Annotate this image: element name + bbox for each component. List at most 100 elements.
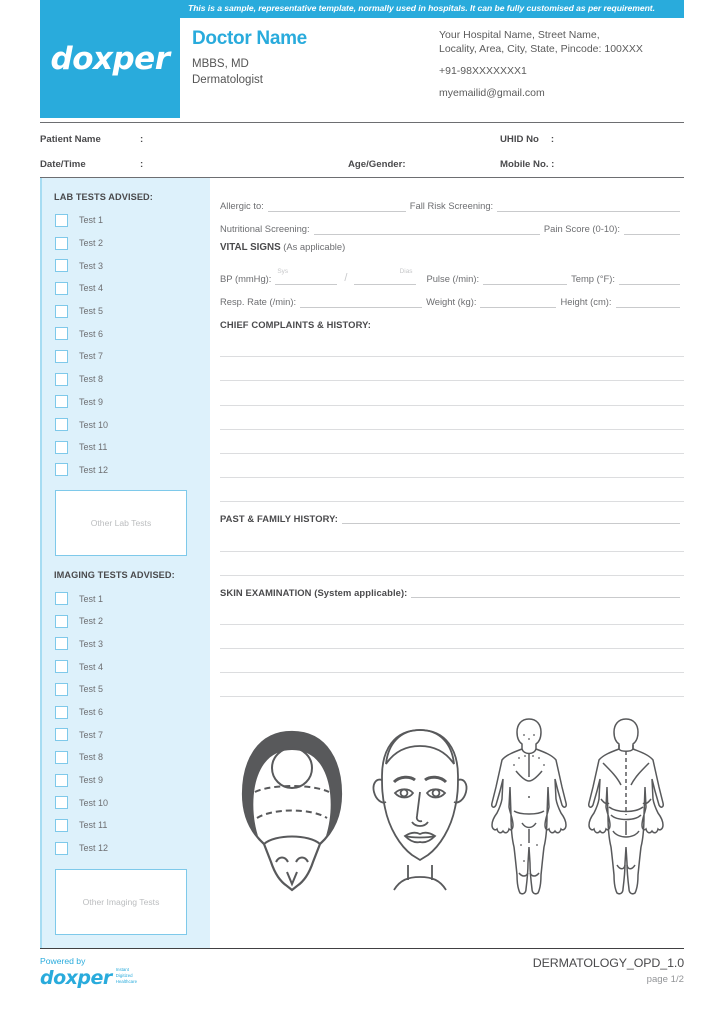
pulse-input[interactable] <box>483 274 568 285</box>
imaging-test-checkbox[interactable] <box>55 614 68 628</box>
height-input[interactable] <box>615 297 680 308</box>
imaging-test-checkbox[interactable] <box>55 750 68 764</box>
lab-test-row[interactable]: Test 7 <box>42 345 210 368</box>
skin-examination-line[interactable] <box>220 625 684 650</box>
imaging-test-row[interactable]: Test 2 <box>42 610 210 633</box>
lab-test-checkbox[interactable] <box>55 281 68 295</box>
lab-test-row[interactable]: Test 2 <box>42 232 210 255</box>
bp-label: BP (mmHg): <box>220 273 272 284</box>
lab-test-checkbox[interactable] <box>55 418 68 432</box>
skin-examination-input[interactable] <box>411 587 680 598</box>
chief-complaints-line[interactable] <box>220 454 684 479</box>
lab-test-checkbox[interactable] <box>55 349 68 363</box>
imaging-test-checkbox[interactable] <box>55 841 68 855</box>
past-family-history-line[interactable] <box>220 527 684 552</box>
imaging-test-row[interactable]: Test 4 <box>42 655 210 678</box>
past-family-history-lines[interactable] <box>220 524 684 576</box>
allergic-to-input[interactable] <box>267 201 406 212</box>
lab-test-checkbox[interactable] <box>55 372 68 386</box>
fall-risk-input[interactable] <box>497 201 680 212</box>
skin-examination-line[interactable] <box>220 649 684 674</box>
temp-label: Temp (°F): <box>571 273 615 284</box>
bp-dias-input[interactable] <box>354 274 417 285</box>
imaging-test-checkbox[interactable] <box>55 660 68 674</box>
chief-complaints-line[interactable] <box>220 357 684 382</box>
lab-test-row[interactable]: Test 11 <box>42 436 210 459</box>
chief-complaints-line[interactable] <box>220 406 684 430</box>
nutritional-pain-row: Nutritional Screening: Pain Score (0-10)… <box>220 212 684 235</box>
pain-score-label: Pain Score (0-10): <box>543 223 620 234</box>
chief-complaints-lines[interactable] <box>220 330 684 503</box>
lab-test-row[interactable]: Test 9 <box>42 391 210 414</box>
imaging-test-checkbox[interactable] <box>55 637 68 651</box>
body-anterior-diagram[interactable] <box>486 715 572 897</box>
pain-score-input[interactable] <box>624 224 680 235</box>
other-lab-tests-placeholder: Other Lab Tests <box>90 518 152 529</box>
lab-test-row[interactable]: Test 3 <box>42 254 210 277</box>
chief-complaints-heading: CHIEF COMPLAINTS & HISTORY: <box>220 319 371 330</box>
imaging-test-checkbox[interactable] <box>55 773 68 787</box>
weight-input[interactable] <box>480 297 557 308</box>
resp-rate-input[interactable] <box>300 297 423 308</box>
imaging-test-checkbox[interactable] <box>55 818 68 832</box>
lab-test-checkbox[interactable] <box>55 259 68 273</box>
imaging-test-row[interactable]: Test 5 <box>42 678 210 701</box>
lab-test-checkbox[interactable] <box>55 304 68 318</box>
lab-test-row[interactable]: Test 12 <box>42 459 210 482</box>
lab-test-checkbox[interactable] <box>55 395 68 409</box>
chief-complaints-line[interactable] <box>220 478 684 503</box>
scalp-hair-pattern-diagram[interactable] <box>231 722 353 897</box>
imaging-test-label: Test 9 <box>79 775 104 786</box>
imaging-test-checkbox[interactable] <box>55 728 68 742</box>
skin-examination-line[interactable] <box>220 601 684 625</box>
imaging-test-row[interactable]: Test 9 <box>42 769 210 792</box>
chief-complaints-line[interactable] <box>220 333 684 358</box>
past-family-history-line[interactable] <box>220 552 684 576</box>
doxper-tagline: Instant Digitized Healthcare <box>116 967 137 985</box>
imaging-test-row[interactable]: Test 1 <box>42 587 210 610</box>
chief-complaints-line[interactable] <box>220 430 684 454</box>
lab-test-checkbox[interactable] <box>55 327 68 341</box>
lab-test-checkbox[interactable] <box>55 236 68 250</box>
imaging-test-row[interactable]: Test 12 <box>42 837 210 860</box>
other-lab-tests-box[interactable]: Other Lab Tests <box>55 490 187 557</box>
body-posterior-diagram[interactable] <box>583 715 669 897</box>
lab-test-row[interactable]: Test 5 <box>42 300 210 323</box>
lab-test-checkbox[interactable] <box>55 440 68 454</box>
hospital-address-line1: Your Hospital Name, Street Name, <box>439 28 600 41</box>
past-family-history-input[interactable] <box>342 513 680 525</box>
imaging-test-checkbox[interactable] <box>55 592 68 606</box>
imaging-test-row[interactable]: Test 7 <box>42 723 210 746</box>
imaging-test-row[interactable]: Test 3 <box>42 633 210 656</box>
face-front-diagram[interactable] <box>364 722 476 897</box>
imaging-tests-list: Test 1 Test 2 Test 3 Test 4 Test 5 Test 6 Test… <box>42 587 210 859</box>
imaging-test-row[interactable]: Test 8 <box>42 746 210 769</box>
lab-test-checkbox[interactable] <box>55 463 68 477</box>
datetime-label: Date/Time <box>40 159 86 170</box>
bp-sys-input[interactable] <box>275 274 338 285</box>
imaging-test-checkbox[interactable] <box>55 705 68 719</box>
lab-test-checkbox[interactable] <box>55 213 68 227</box>
resp-rate-label: Resp. Rate (/min): <box>220 296 297 307</box>
imaging-test-label: Test 1 <box>79 593 104 604</box>
temp-input[interactable] <box>618 274 680 285</box>
allergic-to-label: Allergic to: <box>220 200 264 211</box>
skin-examination-line[interactable] <box>220 673 684 698</box>
chief-complaints-line[interactable] <box>220 381 684 406</box>
imaging-test-checkbox[interactable] <box>55 682 68 696</box>
lab-test-row[interactable]: Test 10 <box>42 413 210 436</box>
imaging-test-row[interactable]: Test 11 <box>42 814 210 837</box>
other-imaging-tests-box[interactable]: Other Imaging Tests <box>55 868 187 935</box>
skin-exam-row: SKIN EXAMINATION (System applicable): <box>220 576 684 598</box>
lab-test-row[interactable]: Test 8 <box>42 368 210 391</box>
imaging-test-row[interactable]: Test 10 <box>42 791 210 814</box>
lab-test-row[interactable]: Test 6 <box>42 322 210 345</box>
imaging-test-checkbox[interactable] <box>55 796 68 810</box>
nutritional-screening-input[interactable] <box>313 224 540 235</box>
hospital-phone: +91-98XXXXXXX1 <box>439 64 527 77</box>
skin-examination-lines[interactable] <box>220 598 684 698</box>
imaging-test-row[interactable]: Test 6 <box>42 701 210 724</box>
doxper-footer-text: doxper <box>40 966 112 989</box>
lab-test-row[interactable]: Test 1 <box>42 209 210 232</box>
lab-test-row[interactable]: Test 4 <box>42 277 210 300</box>
